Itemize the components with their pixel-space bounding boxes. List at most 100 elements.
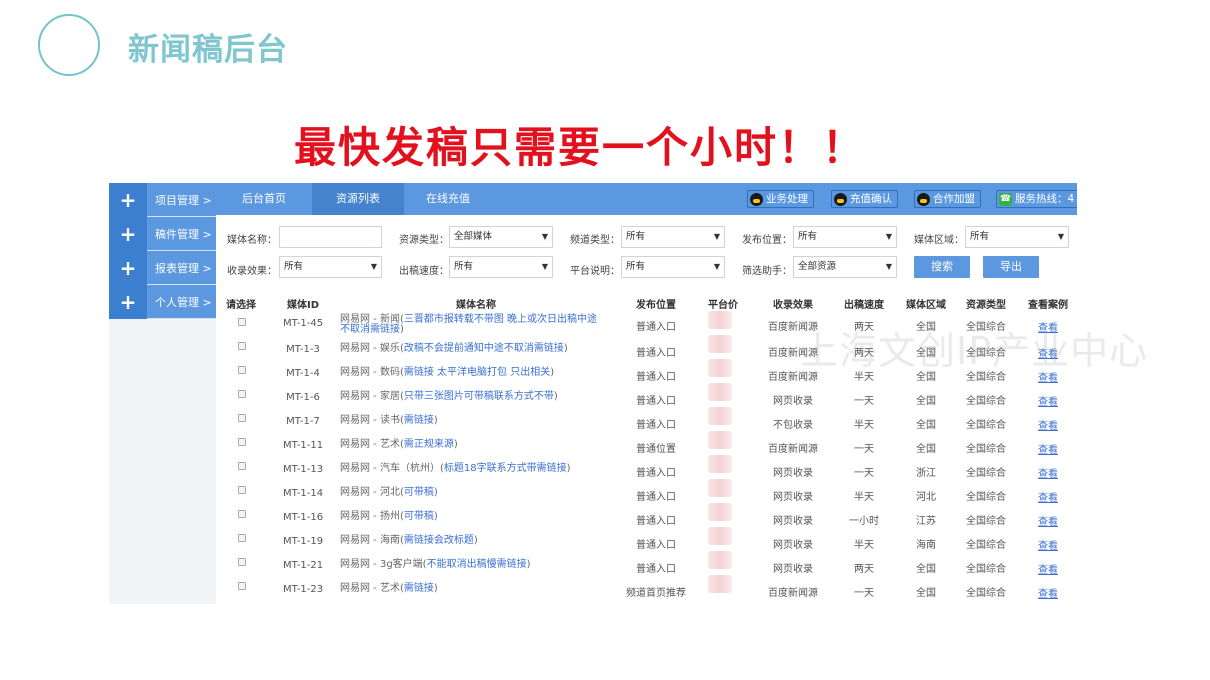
sidebar-item-label: 报表管理 >	[147, 251, 216, 284]
media-region: 全国	[916, 588, 936, 599]
media-id: MT-1-4	[286, 368, 320, 379]
caret-down-icon: ▼	[370, 262, 377, 271]
media-name: 网易网 - 3g客户端(不能取消出稿慢需链接)	[340, 559, 531, 570]
price-redacted	[708, 455, 732, 473]
sidebar-item-projects[interactable]: + 项目管理 >	[109, 183, 216, 217]
row-checkbox[interactable]	[238, 462, 246, 470]
row-checkbox[interactable]	[238, 558, 246, 566]
plus-icon: +	[109, 251, 147, 285]
hotline-button[interactable]: ☎ 服务热线：4	[996, 190, 1077, 208]
publish-speed: 两天	[854, 564, 874, 575]
row-checkbox[interactable]	[238, 342, 246, 350]
indexing-effect: 不包收录	[773, 420, 813, 431]
caret-down-icon: ▼	[713, 232, 720, 241]
table-row: MT-1-11 网易网 - 艺术(需正规来源) 普通位置 百度新闻源 一天 全国 全国综合 查…	[216, 431, 1077, 460]
sidebar-item-reports[interactable]: + 报表管理 >	[109, 251, 216, 285]
view-case-link[interactable]: 查看	[1020, 537, 1076, 552]
media-note: 改稿不会提前通知中途不取消需链接	[403, 343, 564, 354]
sidebar-item-personal[interactable]: + 个人管理 >	[109, 285, 216, 319]
media-region: 全国	[916, 444, 936, 455]
col-header-view: 查看案例	[1028, 300, 1068, 311]
row-checkbox[interactable]	[238, 438, 246, 446]
row-checkbox[interactable]	[238, 486, 246, 494]
filter-panel: 媒体名称： 资源类型： 全部媒体 ▼ 频道类型： 所有 ▼ 发布位置： 所有 ▼ 媒体…	[216, 215, 1077, 287]
media-id: MT-1-19	[282, 536, 324, 547]
media-name: 网易网 - 河北(可带稿)	[340, 487, 438, 498]
sidebar-item-label: 稿件管理 >	[147, 217, 216, 250]
col-header-name: 媒体名称	[456, 300, 496, 311]
caret-down-icon: ▼	[1057, 232, 1064, 241]
table-row: MT-1-21 网易网 - 3g客户端(不能取消出稿慢需链接) 普通入口 网页收录 两天…	[216, 551, 1077, 580]
indexing-effect: 网页收录	[773, 492, 813, 503]
resource-type: 全国综合	[966, 516, 1006, 527]
row-checkbox[interactable]	[238, 366, 246, 374]
view-case-link[interactable]: 查看	[1020, 465, 1076, 480]
row-checkbox[interactable]	[238, 414, 246, 422]
publish-speed: 一天	[854, 396, 874, 407]
resource-type-label: 资源类型：	[399, 235, 449, 246]
col-header-indexing: 收录效果	[773, 300, 813, 311]
media-note: 需链接 太平洋电脑打包 只出相关	[403, 367, 551, 378]
publish-position: 普通入口	[636, 372, 676, 383]
export-button[interactable]: 导出	[983, 256, 1039, 278]
view-case-link[interactable]: 查看	[1020, 585, 1076, 600]
resource-type: 全国综合	[966, 396, 1006, 407]
row-checkbox[interactable]	[238, 510, 246, 518]
price-redacted	[708, 311, 732, 329]
col-header-select: 请选择	[226, 300, 256, 311]
indexing-effect: 网页收录	[773, 516, 813, 527]
view-case-link[interactable]: 查看	[1020, 393, 1076, 408]
sidebar-item-manuscripts[interactable]: + 稿件管理 >	[109, 217, 216, 251]
view-case-link[interactable]: 查看	[1020, 561, 1076, 576]
platform-note-select[interactable]: 所有 ▼	[621, 256, 725, 278]
media-name-input[interactable]	[279, 226, 382, 248]
publish-speed: 半天	[854, 540, 874, 551]
speed-label: 出稿速度：	[399, 266, 449, 277]
publish-position: 普通入口	[636, 492, 676, 503]
decorative-circle	[38, 14, 100, 76]
indexing-effect: 网页收录	[773, 564, 813, 575]
resource-type: 全国综合	[966, 492, 1006, 503]
speed-select[interactable]: 所有 ▼	[449, 256, 553, 278]
row-checkbox[interactable]	[238, 534, 246, 542]
caret-down-icon: ▼	[885, 232, 892, 241]
row-checkbox[interactable]	[238, 318, 246, 326]
media-note: 只带三张图片可带稿联系方式不带	[403, 391, 554, 402]
resource-type-select[interactable]: 全部媒体 ▼	[449, 226, 553, 248]
view-case-link[interactable]: 查看	[1020, 489, 1076, 504]
view-case-link[interactable]: 查看	[1020, 417, 1076, 432]
tab-home[interactable]: 后台首页	[216, 183, 312, 215]
recharge-confirm-button[interactable]: 充值确认	[831, 190, 898, 208]
row-checkbox[interactable]	[238, 582, 246, 590]
media-note: 需链接	[403, 415, 434, 426]
col-header-price: 平台价	[708, 300, 738, 311]
view-case-link[interactable]: 查看	[1020, 513, 1076, 528]
view-case-link[interactable]: 查看	[1020, 441, 1076, 456]
publish-position: 普通入口	[636, 322, 676, 333]
media-name: 网易网 - 艺术(需正规来源)	[340, 439, 458, 450]
publish-position: 普通入口	[636, 516, 676, 527]
media-region: 全国	[916, 420, 936, 431]
region-select[interactable]: 所有 ▼	[965, 226, 1069, 248]
search-button[interactable]: 搜索	[914, 256, 970, 278]
row-checkbox[interactable]	[238, 390, 246, 398]
channel-type-select[interactable]: 所有 ▼	[621, 226, 725, 248]
publish-speed: 半天	[854, 492, 874, 503]
qq-icon	[917, 192, 930, 206]
resource-type: 全国综合	[966, 588, 1006, 599]
publish-position: 普通入口	[636, 396, 676, 407]
indexing-select[interactable]: 所有 ▼	[279, 256, 382, 278]
business-button[interactable]: 业务处理	[747, 190, 814, 208]
indexing-effect: 网页收录	[773, 396, 813, 407]
plus-icon: +	[109, 217, 147, 251]
caret-down-icon: ▼	[713, 262, 720, 271]
price-redacted	[708, 479, 732, 497]
tab-online-recharge[interactable]: 在线充值	[404, 183, 492, 215]
publish-position: 普通位置	[636, 444, 676, 455]
headline: 最快发稿只需要一个小时！！	[294, 123, 867, 172]
position-select[interactable]: 所有 ▼	[793, 226, 897, 248]
tab-resource-list[interactable]: 资源列表	[312, 183, 404, 215]
helper-select[interactable]: 全部资源 ▼	[793, 256, 897, 278]
partner-button[interactable]: 合作加盟	[914, 190, 981, 208]
col-header-region: 媒体区域	[906, 300, 946, 311]
